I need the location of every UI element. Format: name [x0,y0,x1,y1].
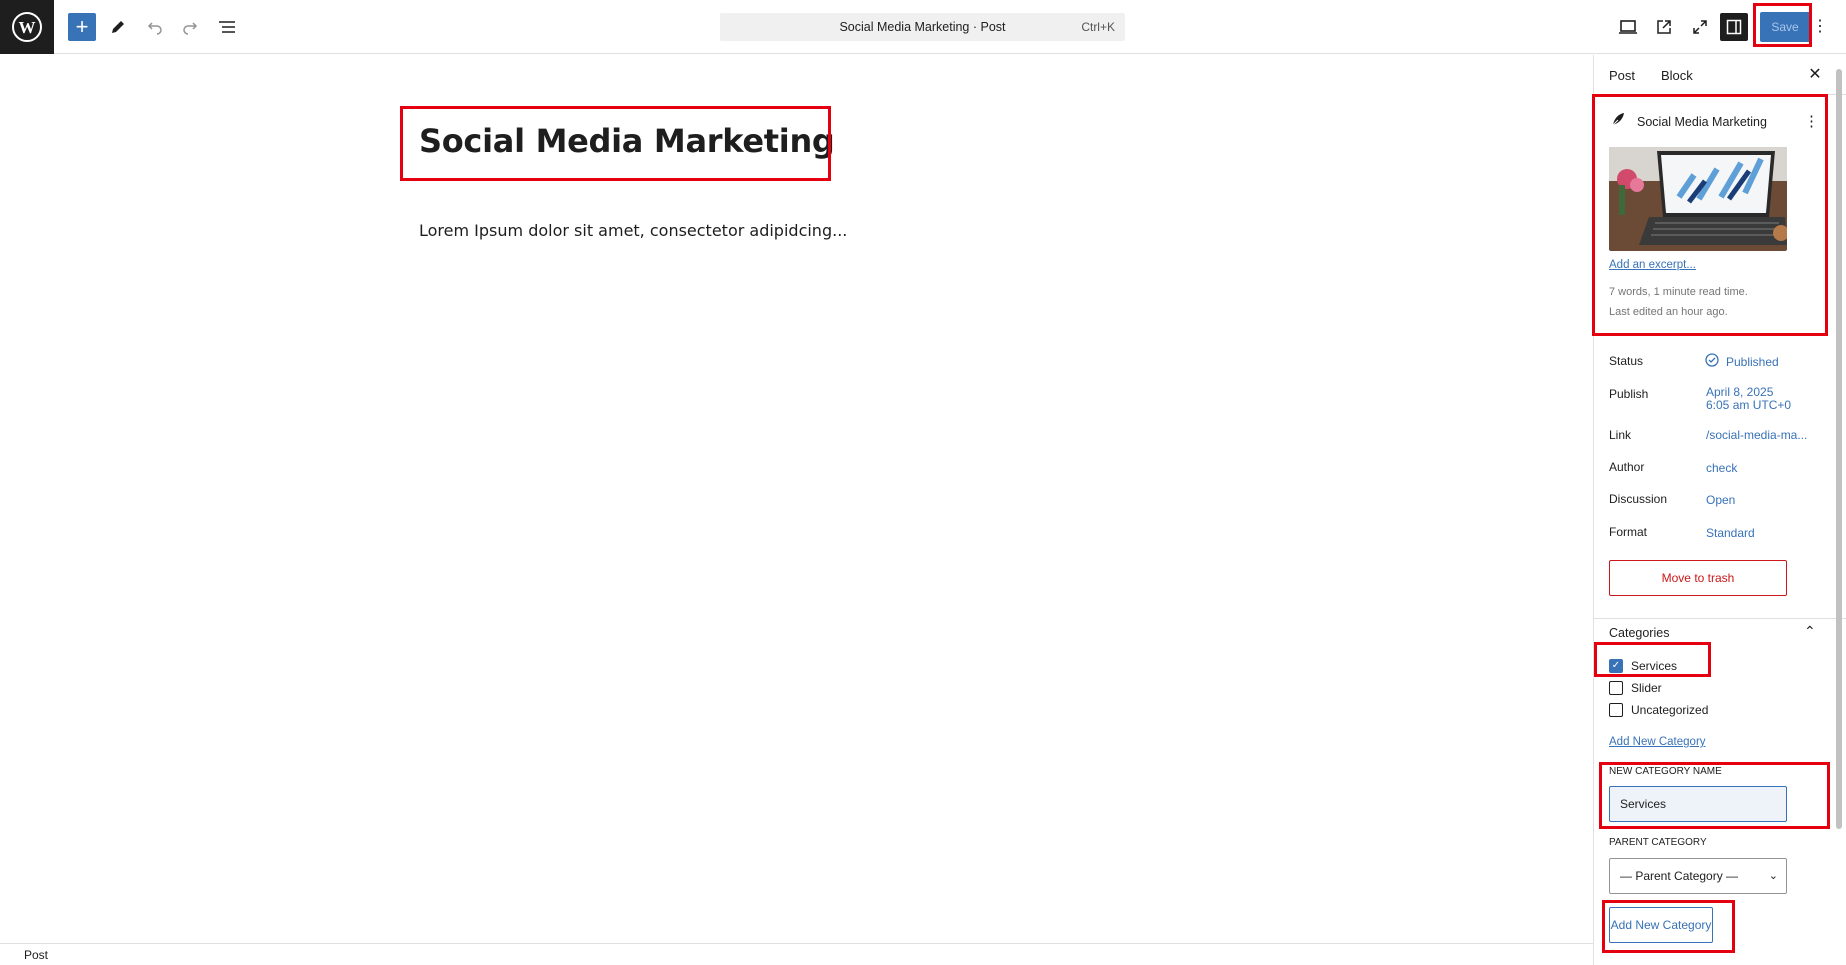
publish-label: Publish [1609,387,1649,401]
post-type-icon [1612,113,1624,126]
status-value[interactable]: Published [1726,355,1779,369]
editor-canvas[interactable] [0,55,1593,943]
undo-icon [147,22,162,35]
more-vertical-icon[interactable]: ⋮ [1804,112,1819,130]
settings-toggle-button[interactable] [1720,13,1748,41]
chevron-up-icon[interactable]: ⌃ [1804,623,1816,640]
tools-button[interactable] [103,12,133,42]
options-button[interactable]: ⋮ [1810,12,1830,42]
new-category-name-label: New Category Name [1609,766,1722,777]
fullscreen-icon [1693,20,1707,34]
list-view-button[interactable] [212,12,242,42]
author-label: Author [1609,460,1645,474]
add-excerpt-link[interactable]: Add an excerpt... [1609,259,1696,271]
word-count: 7 words, 1 minute read time. [1609,286,1748,298]
command-shortcut: Ctrl+K [1081,20,1115,34]
format-label: Format [1609,525,1648,539]
checkmark-icon: ✓ [1611,660,1621,671]
command-palette-bar[interactable]: Social Media Marketing · Post Ctrl+K [720,13,1125,41]
add-new-category-link[interactable]: Add New Category [1609,736,1706,748]
plus-icon: + [75,14,89,39]
parent-category-label: Parent Category [1609,837,1707,848]
sidebar-tabs: Post Block ✕ [1594,55,1846,95]
categories-heading[interactable]: Categories [1609,626,1669,640]
move-to-trash-button[interactable]: Move to trash [1609,560,1787,596]
list-view-icon [219,21,235,33]
close-icon[interactable]: ✕ [1804,64,1826,86]
fullscreen-button[interactable] [1685,12,1715,42]
redo-button[interactable] [175,12,205,42]
author-value[interactable]: check [1706,461,1737,475]
published-check-icon [1705,353,1719,367]
discussion-value[interactable]: Open [1706,493,1735,507]
status-label: Status [1609,354,1644,368]
save-button[interactable]: Save [1760,12,1810,42]
external-link-icon [1657,20,1671,34]
publish-date[interactable]: April 8, 2025 [1706,385,1773,399]
parent-category-selected: — Parent Category — [1620,869,1739,883]
view-button[interactable] [1613,12,1643,42]
category-checkbox-services[interactable]: ✓ [1609,659,1623,673]
wordpress-logo-button[interactable]: W [0,0,54,54]
tab-post[interactable]: Post [1609,68,1635,83]
add-block-button[interactable]: + [68,13,96,41]
pencil-icon [112,21,124,33]
editor-footer: Post [0,943,1593,965]
more-vertical-icon: ⋮ [1812,18,1828,35]
svg-text:W: W [19,18,36,37]
featured-image[interactable] [1609,147,1787,251]
add-new-category-button[interactable]: Add New Category [1609,907,1713,943]
category-label-services: Services [1631,659,1678,673]
discussion-label: Discussion [1609,492,1668,506]
tab-block[interactable]: Block [1661,68,1693,83]
desktop-icon [1619,20,1637,34]
editor-topbar: W + Social Media Marketing · Post Ctrl+K… [0,0,1846,54]
preview-button[interactable] [1649,12,1679,42]
format-value[interactable]: Standard [1706,526,1755,540]
post-paragraph[interactable]: Lorem Ipsum dolor sit amet, consectetor … [419,221,847,240]
category-checkbox-uncategorized[interactable] [1609,703,1623,717]
post-title[interactable]: Social Media Marketing [419,122,835,160]
last-edited: Last edited an hour ago. [1609,306,1728,318]
link-label: Link [1609,428,1632,442]
settings-sidebar: Post Block ✕ Social Media Marketing ⋮ Ad… [1593,55,1846,965]
undo-button[interactable] [140,12,170,42]
publish-time[interactable]: 6:05 am UTC+0 [1706,398,1791,412]
chevron-down-icon: ⌄ [1768,870,1778,882]
featured-image-graphic [1609,147,1787,251]
new-category-name-input[interactable]: Services [1609,786,1787,822]
command-title: Social Media Marketing · Post [839,20,1006,34]
parent-category-select[interactable]: — Parent Category — ⌄ [1609,858,1787,894]
summary-post-title: Social Media Marketing [1637,115,1767,129]
link-value[interactable]: /social-media-ma... [1706,428,1807,442]
sidebar-scrollbar[interactable] [1836,69,1842,829]
redo-icon [183,22,198,35]
wordpress-logo-icon: W [12,12,42,42]
category-label-uncategorized: Uncategorized [1631,703,1709,717]
divider [1594,618,1846,619]
category-label-slider: Slider [1631,681,1662,695]
sidebar-toggle-icon [1726,19,1742,35]
breadcrumb[interactable]: Post [24,948,48,962]
category-checkbox-slider[interactable] [1609,681,1623,695]
